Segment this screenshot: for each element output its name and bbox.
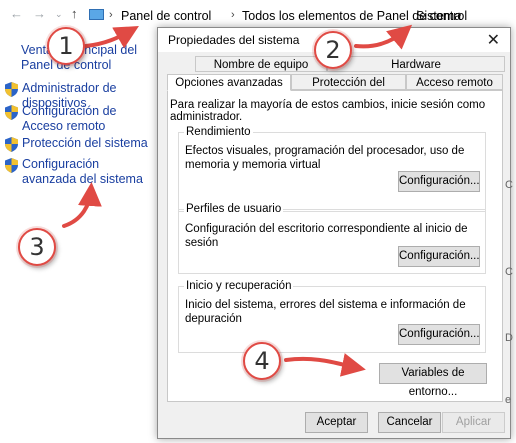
callout-1: 1 [47,27,85,65]
tab-advanced[interactable]: Opciones avanzadas [167,74,291,91]
callout-3: 3 [18,228,56,266]
arrow-3 [62,182,102,228]
arrow-4 [284,353,366,377]
arrow-2 [354,24,413,50]
arrow-1 [84,26,139,49]
callout-4: 4 [243,342,281,380]
callout-2: 2 [314,31,352,69]
